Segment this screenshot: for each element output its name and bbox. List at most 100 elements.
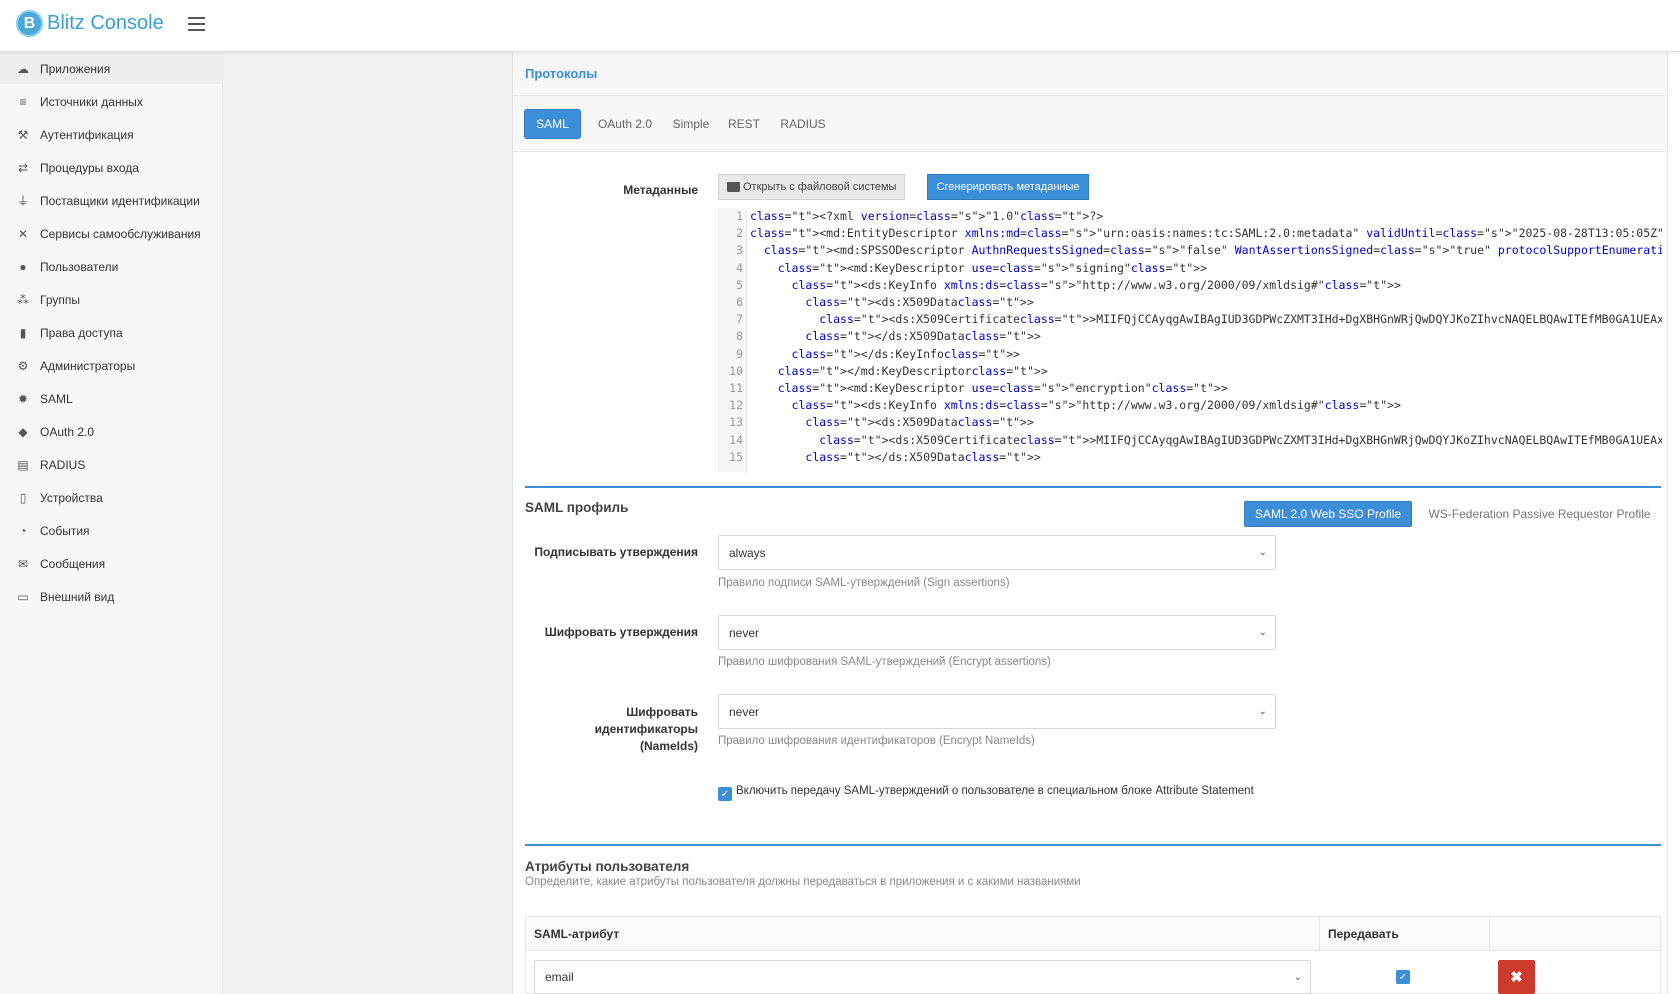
encrypt-nameids-label: Шифровать идентификаторы (NameIds): [520, 704, 698, 755]
send-attribute-checkbox[interactable]: ✓: [1396, 970, 1410, 984]
code-text: class="t"><ds:KeyInfo xmlns:ds=class="s"…: [791, 398, 1401, 413]
encrypt-assertions-select[interactable]: never ⌄: [718, 615, 1276, 650]
column-saml-attribute: SAML-атрибут: [526, 917, 1320, 951]
tab-simple[interactable]: Simple: [665, 109, 717, 139]
delete-attribute-button[interactable]: ✖: [1498, 960, 1535, 994]
line-number: 3: [736, 243, 743, 258]
panel-title: Протоколы: [525, 66, 598, 81]
column-send: Передавать: [1320, 917, 1490, 951]
tab-saml[interactable]: SAML: [524, 109, 581, 139]
encrypt-nameids-label-line1: Шифровать идентификаторы: [594, 705, 698, 736]
code-text: class="t"><?xml version=class="s">"1.0"c…: [750, 209, 1104, 223]
code-line: 13 class="t"><ds:X509Dataclass="t">>: [719, 414, 1662, 431]
logo[interactable]: B Blitz Console: [16, 10, 164, 37]
code-text: class="t"><md:KeyDescriptor use=class="s…: [777, 260, 1208, 275]
sidebar-item[interactable]: ▮ Права доступа: [0, 316, 223, 349]
sidebar-item[interactable]: ⇄ Процедуры входа: [0, 151, 223, 184]
code-line: 7 class="t"><ds:X509Certificateclass="t"…: [719, 311, 1662, 328]
sidebar-item-label: Поставщики идентификации: [40, 193, 200, 208]
code-text: class="t"><ds:X509Dataclass="t">>: [805, 415, 1034, 430]
sidebar-item-label: События: [40, 523, 90, 538]
code-text: class="t"><md:SPSSODescriptor AuthnReque…: [763, 243, 1662, 258]
attribute-statement-label: Включить передачу SAML-утверждений о пол…: [736, 785, 1254, 797]
sidebar-item[interactable]: ◔ События: [0, 514, 223, 547]
code-text: class="t"><ds:X509Certificateclass="t">>…: [819, 432, 1662, 447]
open-file-button[interactable]: Открыть с файловой системы: [718, 174, 905, 200]
column-actions: [1490, 917, 1660, 951]
sidebar-item[interactable]: ⁂ Группы: [0, 283, 223, 316]
sidebar-item-label: Источники данных: [40, 94, 143, 109]
code-line: 6 class="t"><ds:X509Dataclass="t">>: [719, 294, 1662, 311]
app-title: Blitz Console: [47, 12, 164, 34]
hamburger-menu-icon[interactable]: [188, 17, 205, 31]
sidebar-item[interactable]: ▭ Внешний вид: [0, 580, 223, 613]
code-line: 8 class="t"></ds:X509Dataclass="t">>: [719, 328, 1662, 345]
user-icon: ●: [19, 259, 27, 274]
sidebar-item[interactable]: ● Пользователи: [0, 250, 223, 283]
sidebar-item-label: Процедуры входа: [40, 160, 139, 175]
sidebar-item[interactable]: ▯ Устройства: [0, 481, 223, 514]
metadata-code-editor[interactable]: 1 class="t"><?xml version=class="s">"1.0"…: [718, 208, 1662, 473]
tab-radius[interactable]: RADIUS: [772, 109, 834, 139]
tab-oauth[interactable]: OAuth 2.0: [591, 109, 659, 139]
dashboard-icon: ◔: [19, 523, 27, 538]
server-icon: ▤: [17, 457, 29, 472]
code-line: 9 class="t"></ds:KeyInfoclass="t">>: [719, 346, 1662, 363]
code-text: class="t"><md:KeyDescriptor use=class="s…: [777, 381, 1228, 395]
desktop-icon: ▭: [17, 589, 29, 604]
attribute-statement-checkbox[interactable]: ✓: [718, 787, 732, 801]
sidebar-item[interactable]: ⚙ Администраторы: [0, 349, 223, 382]
code-line: 4 class="t"><md:KeyDescriptor use=class=…: [719, 260, 1662, 277]
panel-header: Протоколы: [513, 52, 1667, 96]
code-text: class="t"><ds:X509Dataclass="t">>: [805, 295, 1034, 309]
line-number: 9: [736, 346, 743, 361]
encrypt-assertions-value: never: [729, 625, 760, 640]
sidebar-item[interactable]: ◆ OAuth 2.0: [0, 415, 223, 448]
tag-icon: ◆: [18, 424, 28, 439]
sidebar-item[interactable]: ✕ Сервисы самообслуживания: [0, 217, 223, 250]
sidebar-item-label: Сообщения: [40, 556, 106, 571]
close-icon: ✖: [1510, 969, 1523, 986]
sidebar-item-label: Права доступа: [40, 325, 123, 340]
code-text: class="t"></ds:KeyInfoclass="t">>: [791, 346, 1021, 361]
line-number: 10: [729, 363, 743, 378]
sidebar-item[interactable]: ☁ Приложения: [0, 52, 223, 85]
sign-assertions-label: Подписывать утверждения: [534, 545, 698, 559]
encrypt-nameids-help: Правило шифрования идентификаторов (Encr…: [718, 735, 1035, 747]
code-line: 5 class="t"><ds:KeyInfo xmlns:ds=class="…: [719, 277, 1662, 294]
code-text: class="t"></md:KeyDescriptorclass="t">>: [777, 363, 1048, 378]
sign-assertions-help: Правило подписи SAML-утверждений (Sign a…: [718, 577, 1010, 589]
tab-rest[interactable]: REST: [724, 109, 764, 139]
sidebar-item[interactable]: ✉ Сообщения: [0, 547, 223, 580]
saml-attribute-select[interactable]: email ⌄: [534, 960, 1311, 994]
line-number: 4: [736, 260, 743, 275]
profile-wsfed-button[interactable]: WS-Federation Passive Requestor Profile: [1422, 501, 1657, 527]
sidebar-item[interactable]: ✹ SAML: [0, 382, 223, 415]
chevron-down-icon: ⌄: [1293, 972, 1302, 983]
line-number: 6: [736, 295, 743, 309]
code-line: 12 class="t"><ds:KeyInfo xmlns:ds=class=…: [719, 397, 1662, 414]
sign-assertions-select[interactable]: always ⌄: [718, 535, 1276, 570]
user-attributes-title: Атрибуты пользователя: [525, 859, 690, 874]
sidebar-item[interactable]: ⏚ Поставщики идентификации: [0, 184, 223, 217]
sidebar: ☁ Приложения ≡ Источники данных ⚒ Аутентифика…: [0, 52, 223, 994]
sidebar-item[interactable]: ≡ Источники данных: [0, 85, 223, 118]
line-number: 11: [729, 381, 743, 395]
content-gutter: [223, 52, 512, 994]
profile-saml-websso-button[interactable]: SAML 2.0 Web SSO Profile: [1244, 501, 1412, 527]
encrypt-nameids-select[interactable]: never ⌄: [718, 694, 1276, 729]
code-line: 14 class="t"><ds:X509Certificateclass="t…: [719, 432, 1662, 449]
sidebar-item-label: Администраторы: [40, 358, 136, 373]
generate-metadata-button[interactable]: Сгенерировать метаданные: [927, 174, 1089, 200]
open-file-button-label: Открыть с файловой системы: [743, 181, 897, 193]
sidebar-item[interactable]: ▤ RADIUS: [0, 448, 223, 481]
encrypt-assertions-help: Правило шифрования SAML-утверждений (Enc…: [718, 656, 1051, 668]
plug-icon: ⏚: [16, 194, 29, 208]
sidebar-item[interactable]: ⚒ Аутентификация: [0, 118, 223, 151]
code-line: 1 class="t"><?xml version=class="s">"1.0"…: [719, 208, 1662, 225]
sidebar-item-label: Приложения: [40, 61, 111, 76]
sidebar-item-label: SAML: [40, 391, 73, 406]
protocol-tabs: SAML OAuth 2.0 Simple REST RADIUS: [513, 96, 1667, 152]
metadata-label: Метаданные: [623, 183, 698, 197]
chevron-down-icon: ⌄: [1258, 706, 1267, 717]
